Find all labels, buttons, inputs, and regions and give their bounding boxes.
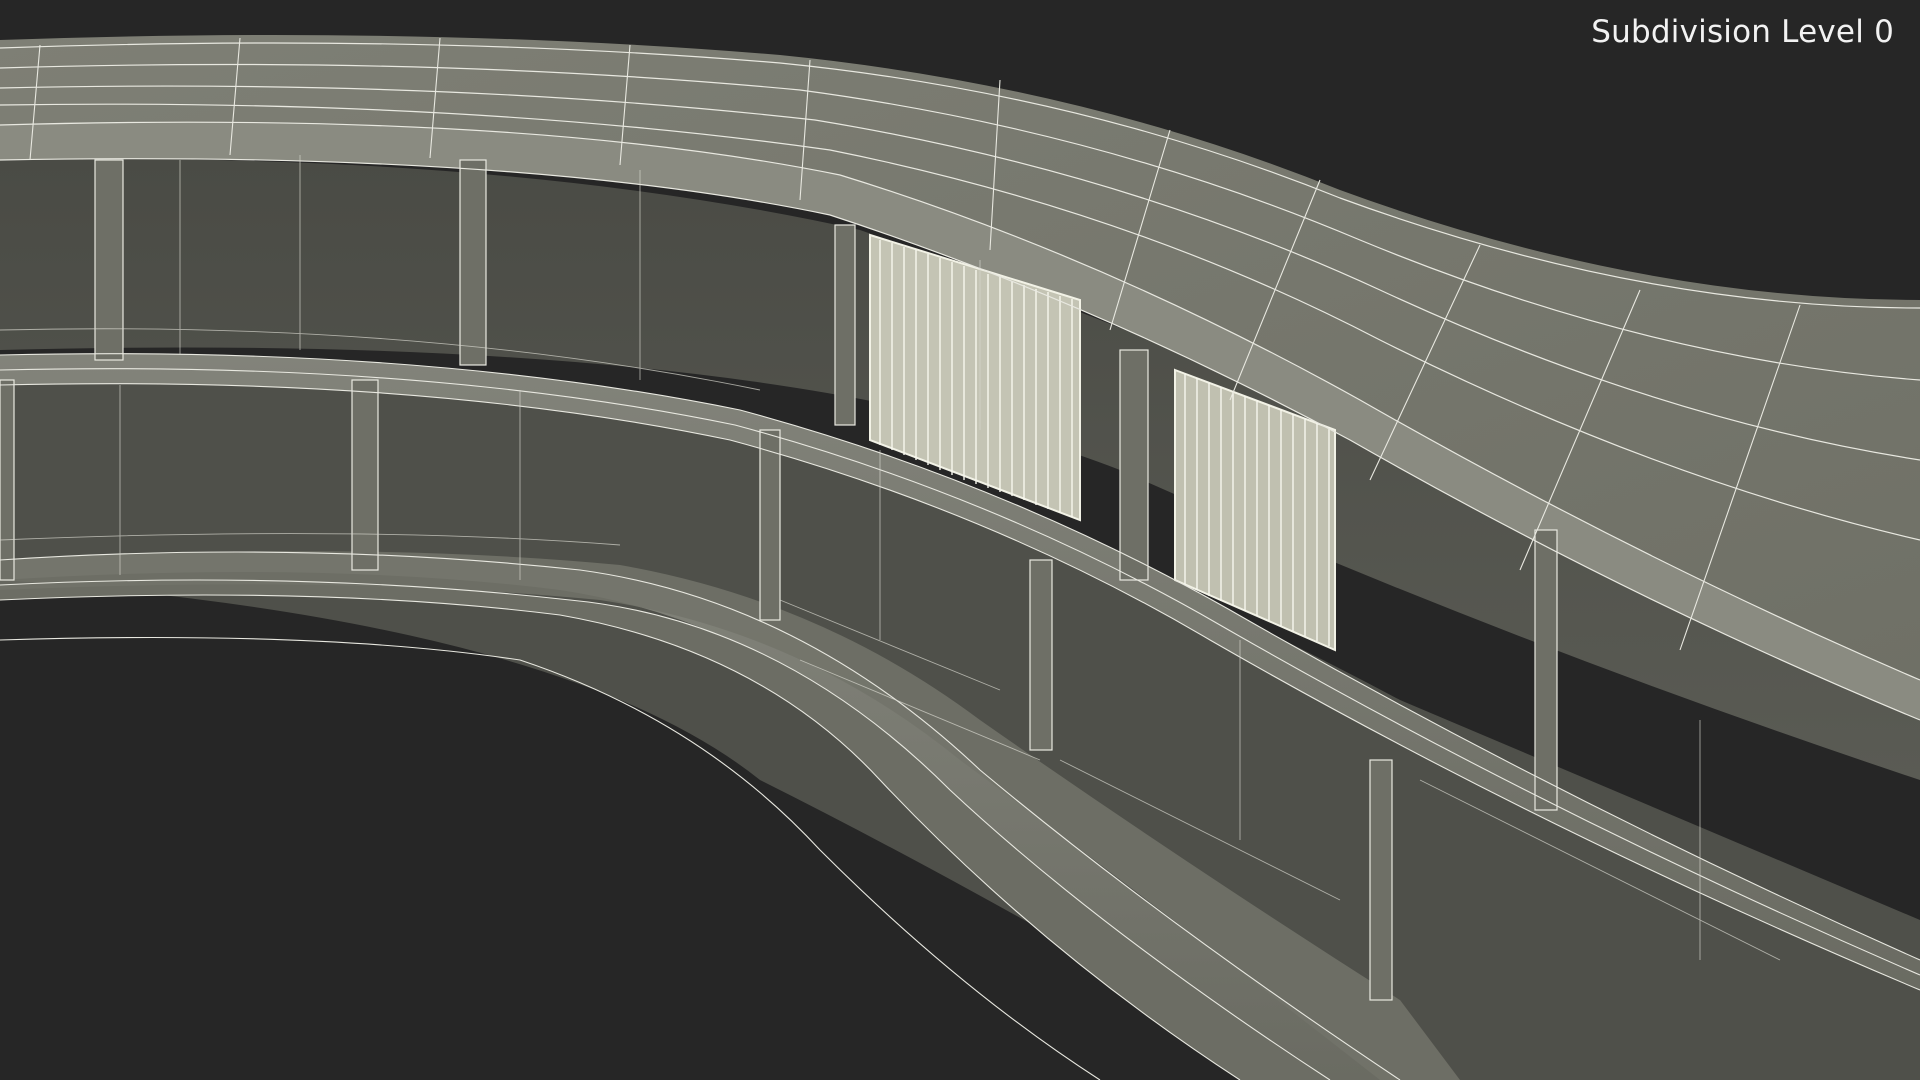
3d-viewport[interactable]: Subdivision Level 0 [0,0,1920,1080]
wireframe-model-render [0,35,1920,1080]
subdivision-level-label: Subdivision Level 0 [1591,14,1894,50]
